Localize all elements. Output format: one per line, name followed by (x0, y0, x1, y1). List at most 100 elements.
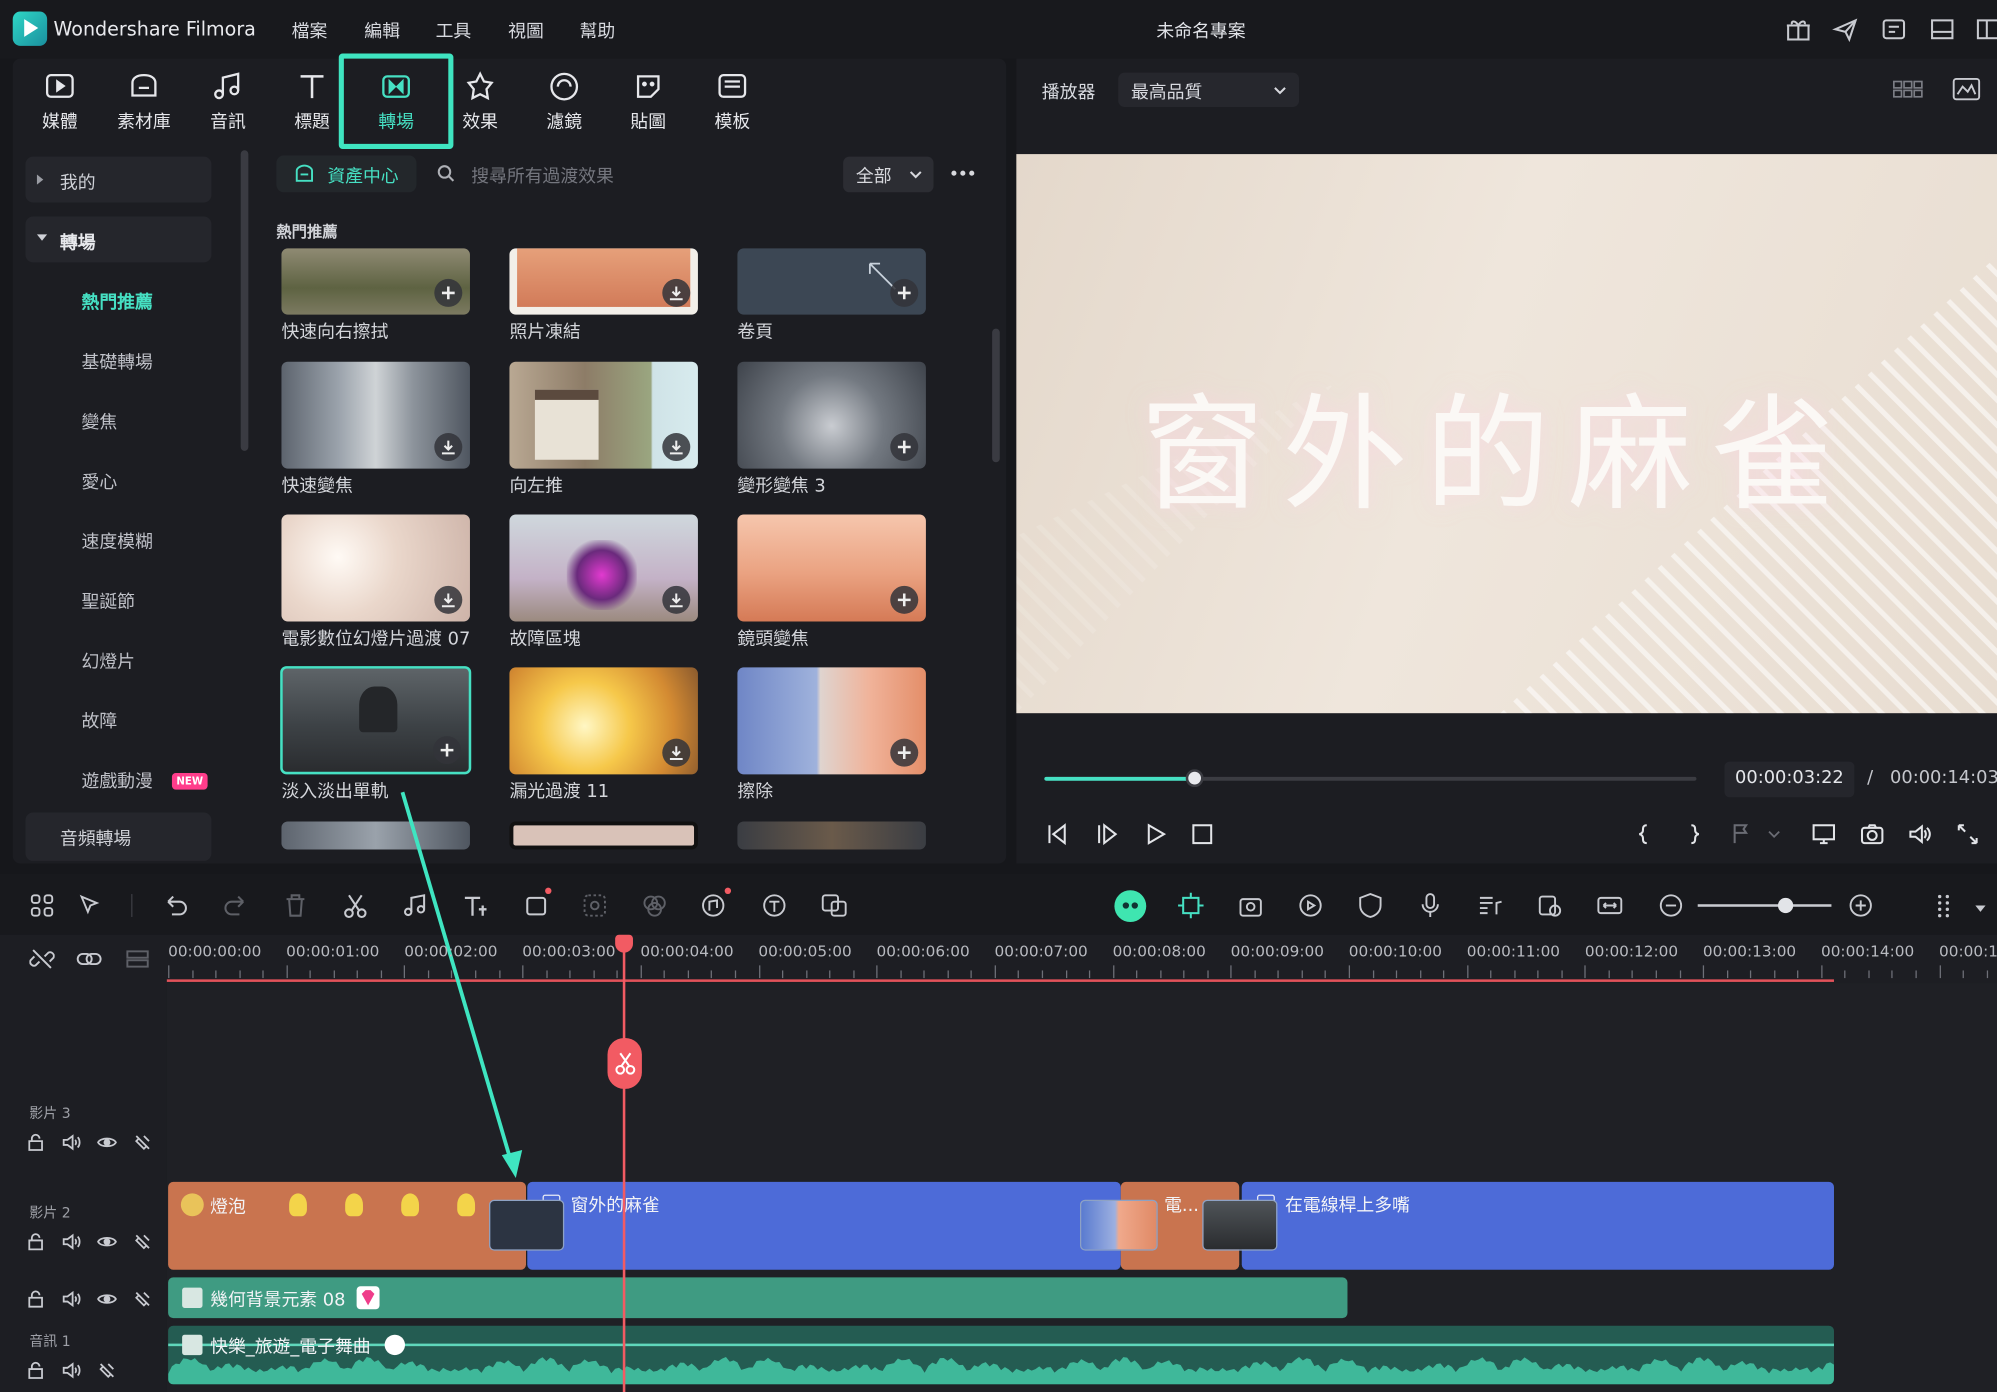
ai-copilot-icon[interactable] (1114, 890, 1147, 923)
thumb-lens-zoom[interactable] (737, 514, 926, 622)
download-icon[interactable] (662, 738, 691, 767)
menu-edit[interactable]: 編輯 (364, 18, 400, 43)
sidebar-item-heart[interactable]: 愛心 (82, 469, 118, 494)
browser-scrollbar[interactable] (992, 328, 1000, 463)
ai-clip-icon[interactable] (1237, 891, 1265, 919)
add-icon[interactable] (433, 736, 462, 765)
layout-icon[interactable] (1928, 15, 1956, 43)
download-icon[interactable] (662, 433, 691, 462)
ai-audio-icon[interactable] (700, 891, 728, 919)
thumb-morph-zoom-3[interactable] (737, 361, 926, 469)
microphone-icon[interactable] (1416, 891, 1444, 919)
progress-knob[interactable] (1185, 769, 1204, 788)
snapshot-icon[interactable] (1859, 821, 1884, 846)
render-icon[interactable] (1297, 891, 1325, 919)
tab-templates[interactable]: 模板 (694, 70, 770, 141)
search-input[interactable]: 搜尋所有過渡效果 (471, 163, 614, 188)
thumb-push-left[interactable] (509, 361, 698, 469)
thumb-partial[interactable] (737, 821, 926, 850)
fit-icon[interactable] (1596, 891, 1624, 919)
track-manage-icon[interactable] (125, 946, 150, 971)
transition-marker[interactable] (1080, 1199, 1158, 1251)
tab-audio[interactable]: 音訊 (190, 70, 266, 141)
audio-edit-icon[interactable] (401, 891, 429, 919)
tab-filters[interactable]: 濾鏡 (526, 70, 602, 141)
send-icon[interactable] (1831, 15, 1859, 43)
sidebar-item-christmas[interactable]: 聖誕節 (82, 588, 135, 613)
mute-icon[interactable] (132, 1232, 152, 1252)
speaker-icon[interactable] (61, 1289, 81, 1309)
menu-help[interactable]: 幫助 (579, 18, 615, 43)
fullscreen-icon[interactable] (1955, 821, 1980, 846)
thumb-page-curl[interactable] (737, 248, 926, 315)
thumb-glitch-block[interactable] (509, 514, 698, 622)
sidebar-scrollbar[interactable] (240, 150, 249, 451)
panel-icon[interactable] (1974, 15, 1997, 43)
mark-in-icon[interactable] (1631, 821, 1656, 846)
sidebar-item-zoom[interactable]: 變焦 (82, 409, 118, 434)
clip-bulb[interactable]: 燈泡 (168, 1181, 526, 1270)
chevron-down-icon[interactable] (1765, 821, 1790, 846)
thumb-photo-freeze[interactable] (509, 248, 698, 315)
unlink-icon[interactable] (29, 946, 55, 971)
clip-music[interactable]: 快樂_旅遊_電子舞曲 (168, 1325, 1834, 1385)
auto-highlight-icon[interactable] (1177, 891, 1205, 919)
category-transitions[interactable]: 轉場 (25, 216, 212, 263)
download-icon[interactable] (434, 585, 463, 614)
undo-icon[interactable] (162, 891, 190, 919)
sidebar-item-glitch[interactable]: 故障 (82, 708, 118, 733)
layout-grid-icon[interactable] (28, 891, 56, 919)
transition-marker[interactable] (1202, 1199, 1278, 1251)
translate-icon[interactable] (820, 891, 848, 919)
thumb-light-leak-11[interactable] (509, 667, 698, 775)
ai-text-icon[interactable] (760, 891, 788, 919)
playhead-handle[interactable] (615, 934, 633, 953)
zoom-slider[interactable] (1697, 904, 1832, 907)
volume-line[interactable] (168, 1343, 1834, 1347)
audio-mix-icon[interactable] (1476, 891, 1504, 919)
clip-background-element[interactable]: 幾何背景元素 08 (168, 1277, 1348, 1319)
tab-stock[interactable]: 素材庫 (106, 70, 182, 141)
grid-view-icon[interactable] (1893, 79, 1924, 99)
sidebar-item-speed-blur[interactable]: 速度模糊 (82, 529, 153, 554)
tab-media[interactable]: 媒體 (22, 70, 98, 141)
eye-icon[interactable] (97, 1232, 117, 1252)
category-mine[interactable]: 我的 (25, 156, 212, 203)
speaker-icon[interactable] (61, 1360, 81, 1380)
thumb-partial[interactable] (281, 821, 470, 850)
thumb-fast-wipe-right[interactable] (281, 248, 470, 315)
split-icon[interactable] (341, 891, 369, 919)
display-icon[interactable] (1811, 821, 1836, 846)
playhead-split-button[interactable] (607, 1037, 642, 1089)
tab-effects[interactable]: 效果 (442, 70, 518, 141)
play-icon[interactable] (1142, 821, 1167, 846)
mute-icon[interactable] (97, 1360, 117, 1380)
add-icon[interactable] (434, 278, 463, 307)
volume-icon[interactable] (1907, 821, 1932, 846)
clip-title-gossip[interactable]: 在電線桿上多嘴 (1241, 1181, 1834, 1270)
gift-icon[interactable] (1784, 15, 1812, 43)
add-icon[interactable] (890, 738, 919, 767)
menu-view[interactable]: 視圖 (508, 18, 544, 43)
eye-icon[interactable] (97, 1132, 117, 1152)
scope-icon[interactable] (1952, 76, 1981, 101)
zoom-out-icon[interactable] (1657, 891, 1685, 919)
lock-icon[interactable] (25, 1289, 45, 1309)
select-tool-icon[interactable] (76, 891, 104, 919)
prev-frame-icon[interactable] (1044, 821, 1069, 846)
tab-stickers[interactable]: 貼圖 (610, 70, 686, 141)
asset-center-button[interactable]: 資產中心 (276, 155, 417, 193)
eye-icon[interactable] (97, 1289, 117, 1309)
thumb-partial[interactable] (509, 821, 698, 850)
transition-marker[interactable] (489, 1199, 565, 1251)
sidebar-item-slideshow[interactable]: 幻燈片 (82, 648, 135, 673)
lock-icon[interactable] (25, 1232, 45, 1252)
download-icon[interactable] (662, 278, 691, 307)
more-grid-icon[interactable] (1931, 891, 1959, 919)
sidebar-item-gaming[interactable]: 遊戲動漫 (82, 768, 153, 793)
mute-icon[interactable] (132, 1289, 152, 1309)
crop-icon[interactable] (522, 891, 550, 919)
filter-dropdown[interactable]: 全部 (843, 156, 934, 193)
thumb-fast-zoom[interactable] (281, 361, 470, 469)
add-icon[interactable] (890, 278, 919, 307)
